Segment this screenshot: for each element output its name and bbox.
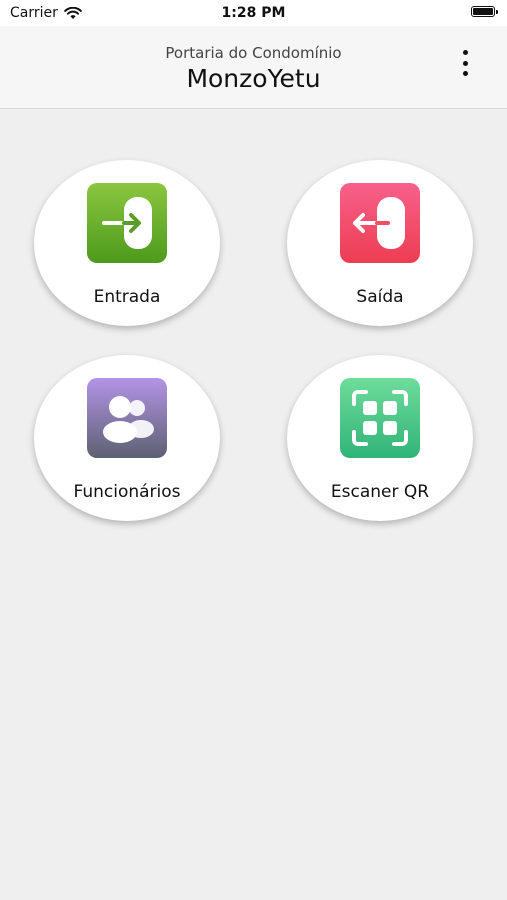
escaner-qr-button[interactable]: Escaner QR <box>287 355 473 521</box>
entrada-label: Entrada <box>93 287 161 307</box>
more-vertical-icon[interactable] <box>457 50 473 76</box>
saida-button[interactable]: Saída <box>287 160 473 326</box>
battery-icon <box>471 6 498 17</box>
escaner-qr-label: Escaner QR <box>330 482 430 502</box>
header-subtitle: Portaria do Condomínio <box>165 44 342 62</box>
battery-tip <box>496 10 498 14</box>
saida-label: Saída <box>356 287 404 307</box>
battery-level <box>473 8 493 15</box>
menu-dot <box>462 71 468 76</box>
page-title: MonzoYetu <box>186 64 321 93</box>
users-icon <box>87 378 167 458</box>
status-bar: Carrier 1:28 PM <box>0 0 507 26</box>
menu-dot <box>462 60 468 66</box>
menu-dot <box>462 50 468 55</box>
status-time: 1:28 PM <box>221 5 286 21</box>
entrada-button[interactable]: Entrada <box>34 160 220 326</box>
exit-door-icon <box>340 183 420 263</box>
qr-scan-icon <box>340 378 420 458</box>
funcionarios-label: Funcionários <box>73 482 181 502</box>
entry-door-icon <box>87 183 167 263</box>
app-header: Portaria do Condomínio MonzoYetu <box>0 26 507 109</box>
funcionarios-button[interactable]: Funcionários <box>34 355 220 521</box>
